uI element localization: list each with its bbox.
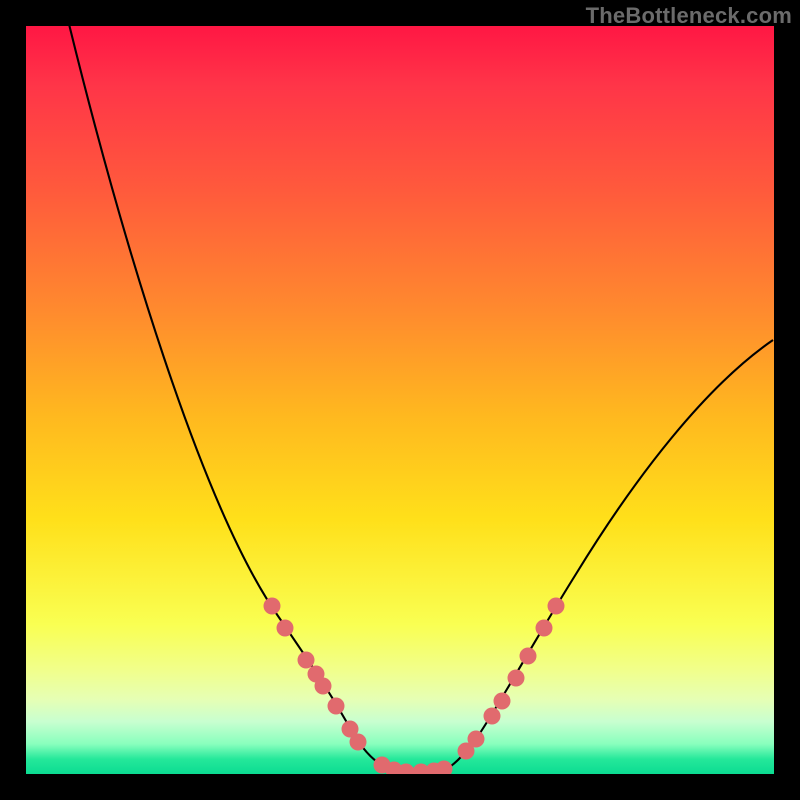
watermark-text: TheBottleneck.com bbox=[586, 3, 792, 29]
curve-left-branch bbox=[68, 26, 389, 769]
data-point bbox=[298, 652, 315, 669]
data-point bbox=[484, 708, 501, 725]
data-point bbox=[468, 731, 485, 748]
data-point bbox=[328, 698, 345, 715]
data-point bbox=[548, 598, 565, 615]
data-point bbox=[520, 648, 537, 665]
plot-area bbox=[26, 26, 774, 774]
data-point bbox=[315, 678, 332, 695]
dots-left bbox=[264, 598, 367, 751]
data-point bbox=[264, 598, 281, 615]
data-point bbox=[436, 761, 453, 775]
data-point bbox=[508, 670, 525, 687]
chart-frame: TheBottleneck.com bbox=[0, 0, 800, 800]
bottleneck-curve bbox=[26, 26, 774, 774]
data-point bbox=[536, 620, 553, 637]
data-point bbox=[350, 734, 367, 751]
dots-right bbox=[458, 598, 565, 760]
data-point bbox=[494, 693, 511, 710]
dots-floor bbox=[374, 757, 453, 775]
data-point bbox=[277, 620, 294, 637]
